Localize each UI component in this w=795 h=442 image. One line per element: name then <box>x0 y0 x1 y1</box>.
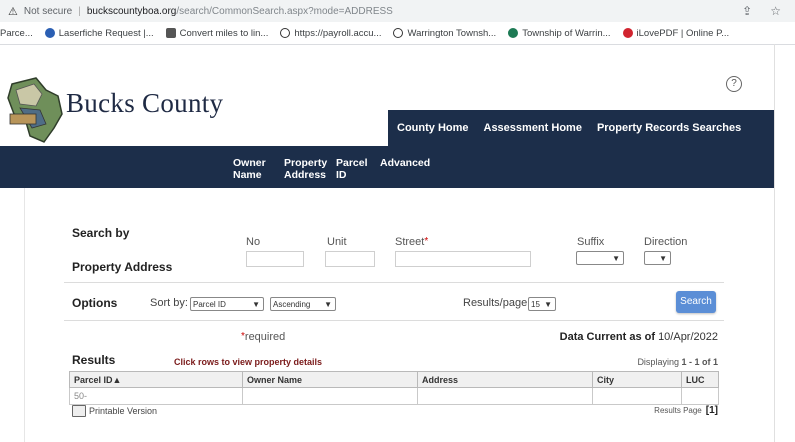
direction-select[interactable]: ▼ <box>644 251 671 265</box>
cell-parcel-id[interactable]: 50- <box>69 387 243 405</box>
printable-version-link[interactable]: Printable Version <box>72 405 157 417</box>
data-current-note: Data Current as of 10/Apr/2022 <box>559 331 718 343</box>
column-header-address[interactable]: Address <box>417 371 593 388</box>
bookmark-item[interactable]: https://payroll.accu... <box>280 28 381 39</box>
sort-by-label: Sort by: <box>150 297 188 309</box>
displaying-count: Displaying 1 - 1 of 1 <box>637 357 718 367</box>
results-per-page-label: Results/page: <box>463 297 531 309</box>
divider <box>64 282 724 283</box>
column-header-parcel-id[interactable]: Parcel ID▲ <box>69 371 243 388</box>
chevron-down-icon: ▼ <box>252 300 260 309</box>
sort-order-select[interactable]: Ascending ▼ <box>270 297 336 311</box>
subnav-owner-name[interactable]: Owner Name <box>233 157 266 181</box>
suffix-select[interactable]: ▼ <box>576 251 624 265</box>
globe-icon <box>393 28 404 38</box>
suffix-label: Suffix <box>577 236 605 248</box>
bookmark-star-icon[interactable]: ☆ <box>770 4 781 18</box>
address-bar[interactable]: ⚠ Not secure | buckscountyboa.org/search… <box>0 0 795 22</box>
help-icon[interactable]: ? <box>726 76 742 92</box>
bookmark-item[interactable]: Laserfiche Request |... <box>44 28 154 39</box>
convert-icon <box>165 28 176 38</box>
property-address-label: Property Address <box>72 260 173 274</box>
bookmark-item[interactable]: Township of Warrin... <box>508 28 611 39</box>
click-rows-hint: Click rows to view property details <box>174 357 323 367</box>
subnav-property-address[interactable]: Property Address <box>284 157 327 181</box>
cell-luc[interactable] <box>681 387 719 405</box>
chevron-down-icon: ▼ <box>324 300 332 309</box>
url-path[interactable]: /search/CommonSearch.aspx?mode=ADDRESS <box>176 6 392 17</box>
share-icon[interactable]: ⇪ <box>742 4 752 18</box>
globe-icon <box>280 28 291 38</box>
cell-owner-name[interactable] <box>242 387 418 405</box>
page-border-left <box>24 188 25 442</box>
results-per-page-select[interactable]: 15 ▼ <box>528 297 556 311</box>
search-panel: Search by Property Address No Unit Stree… <box>64 212 724 427</box>
county-logo-text[interactable]: Bucks County <box>66 88 223 119</box>
top-navigation: County Home Assessment Home Property Rec… <box>388 110 774 146</box>
subnav-parcel-id[interactable]: Parcel ID <box>336 157 368 181</box>
county-map-logo[interactable] <box>6 76 64 146</box>
table-row[interactable]: 50- <box>69 387 719 405</box>
column-header-city[interactable]: City <box>592 371 682 388</box>
unit-input[interactable] <box>325 251 375 267</box>
url-separator: | <box>78 5 81 17</box>
options-label: Options <box>72 296 118 310</box>
bookmark-item[interactable]: Parce... <box>0 28 33 39</box>
search-by-label: Search by <box>72 226 130 240</box>
warning-icon[interactable]: ⚠ <box>8 5 18 18</box>
nav-county-home[interactable]: County Home <box>397 122 469 134</box>
printer-icon <box>72 405 86 417</box>
unit-label: Unit <box>327 236 347 248</box>
security-label[interactable]: Not secure <box>24 6 72 17</box>
chevron-down-icon: ▼ <box>544 300 552 309</box>
cell-address[interactable] <box>417 387 593 405</box>
nav-property-records-searches[interactable]: Property Records Searches <box>597 122 741 134</box>
results-page: Results Page [1] <box>654 405 718 416</box>
column-header-luc[interactable]: LUC <box>681 371 719 388</box>
nav-assessment-home[interactable]: Assessment Home <box>484 122 582 134</box>
required-star: * <box>424 236 429 247</box>
chevron-down-icon: ▼ <box>659 254 667 263</box>
search-button[interactable]: Search <box>676 291 716 313</box>
chevron-down-icon: ▼ <box>612 254 620 263</box>
direction-label: Direction <box>644 236 688 248</box>
subnav-advanced[interactable]: Advanced <box>380 157 430 169</box>
bookmarks-bar: Parce... Laserfiche Request |... Convert… <box>0 22 795 45</box>
cell-city[interactable] <box>592 387 682 405</box>
required-note: *required <box>241 331 286 343</box>
township-icon <box>508 28 519 38</box>
page-link[interactable]: [1] <box>706 405 718 416</box>
street-label: Street* <box>395 236 429 248</box>
no-label: No <box>246 236 261 248</box>
search-type-navigation: Owner Name Property Address Parcel ID Advan… <box>0 146 774 188</box>
bookmark-item[interactable]: Warrington Townsh... <box>393 28 496 39</box>
page-border-right <box>774 44 775 442</box>
laserfiche-icon <box>44 28 55 38</box>
results-label: Results <box>72 353 116 367</box>
table-header-row: Parcel ID▲ Owner Name Address City LUC <box>69 371 719 388</box>
results-table: Parcel ID▲ Owner Name Address City LUC 5… <box>69 371 719 405</box>
bookmark-item[interactable]: iLovePDF | Online P... <box>622 28 729 39</box>
bookmark-item[interactable]: Convert miles to lin... <box>165 28 268 39</box>
street-input[interactable] <box>395 251 531 267</box>
url-host[interactable]: buckscountyboa.org <box>87 6 177 17</box>
sort-field-select[interactable]: Parcel ID ▼ <box>190 297 264 311</box>
column-header-owner-name[interactable]: Owner Name <box>242 371 418 388</box>
house-number-input[interactable] <box>246 251 304 267</box>
ilovepdf-icon <box>622 28 633 38</box>
browser-actions: ⇪ ☆ <box>742 4 781 18</box>
divider <box>64 320 724 321</box>
